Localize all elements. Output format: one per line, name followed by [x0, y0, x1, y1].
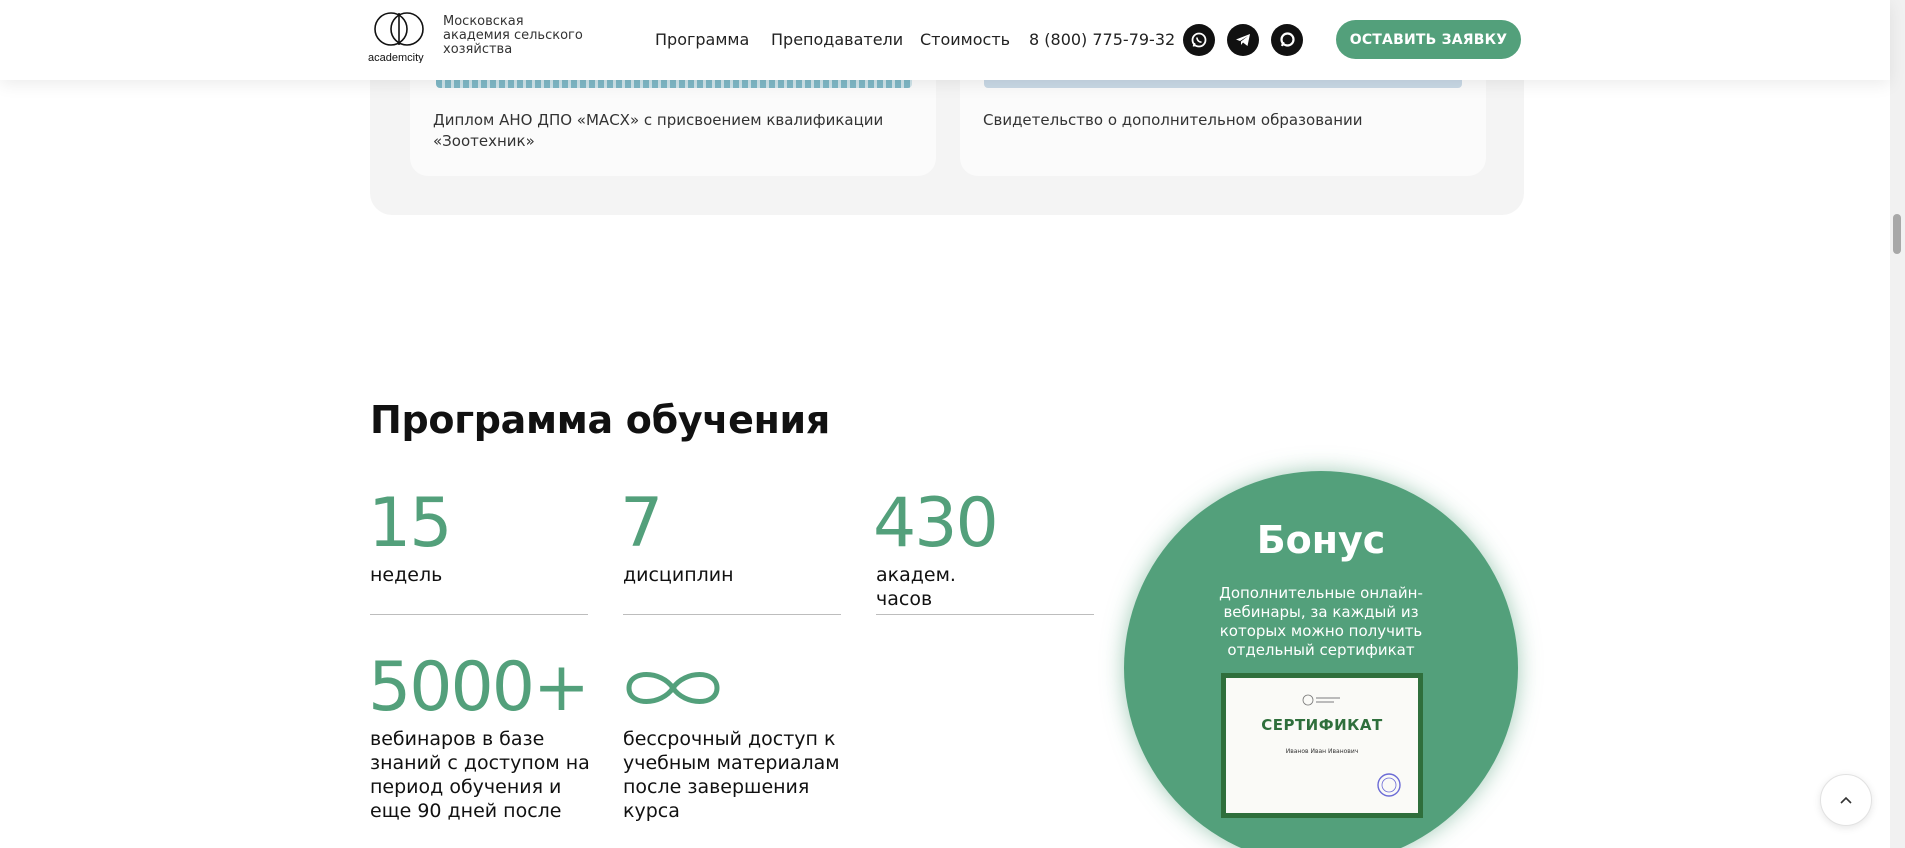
nav-teachers[interactable]: Преподаватели: [771, 30, 903, 49]
diploma-image-edge: [436, 80, 912, 88]
infinity-icon: [626, 672, 720, 704]
bonus-title: Бонус: [1256, 518, 1386, 562]
scrollbar[interactable]: [1890, 0, 1905, 848]
certificate-image-edge: [984, 80, 1462, 88]
academcity-logo[interactable]: academcity: [368, 11, 430, 63]
stat-hours-label: академ. часов: [876, 564, 956, 610]
stat-disciplines-label: дисциплин: [623, 564, 734, 586]
stat-divider: [623, 614, 841, 615]
program-title: Программа обучения: [370, 398, 830, 442]
submit-application-button[interactable]: ОСТАВИТЬ ЗАЯВКУ: [1336, 20, 1521, 59]
telegram-icon[interactable]: [1227, 24, 1259, 56]
stat-webinars-label: вебинаров в базе знаний с доступом на пе…: [370, 728, 590, 822]
academy-name: Московская академия сельского хозяйства: [443, 14, 583, 57]
nav-price[interactable]: Стоимость: [920, 30, 1010, 49]
stat-weeks-label: недель: [370, 564, 443, 586]
diploma-caption: Диплом АНО ДПО «МАСХ» с присвоением квал…: [433, 111, 884, 150]
logo-wordmark: academcity: [368, 52, 424, 63]
scroll-to-top-button[interactable]: [1820, 774, 1872, 826]
certificate-logo: [1302, 694, 1340, 706]
chat-icon[interactable]: [1271, 24, 1303, 56]
scrollbar-thumb[interactable]: [1893, 214, 1901, 254]
stat-weeks-value: 15: [368, 484, 453, 563]
stat-disciplines-value: 7: [620, 484, 663, 563]
bonus-text: Дополнительные онлайн-вебинары, за кажды…: [1219, 584, 1423, 659]
stat-divider: [370, 614, 588, 615]
stat-webinars-value: 5000+: [368, 648, 590, 727]
stat-access-label: бессрочный доступ к учебным материалам п…: [623, 728, 840, 822]
certificate-caption: Свидетельство о дополнительном образован…: [983, 111, 1363, 129]
stat-divider: [876, 614, 1094, 615]
whatsapp-icon[interactable]: [1183, 24, 1215, 56]
certificate-title: СЕРТИФИКАТ: [1261, 716, 1383, 734]
site-header: academcity Московская академия сельского…: [0, 0, 1890, 80]
chevron-up-icon: [1840, 796, 1852, 804]
phone-link[interactable]: 8 (800) 775-79-32: [1029, 30, 1175, 49]
certificate-image: СЕРТИФИКАТ Иванов Иван Иванович: [1221, 673, 1423, 818]
certificate-stamp: [1377, 773, 1401, 797]
certificate-name: Иванов Иван Иванович: [1285, 748, 1359, 755]
stat-hours-value: 430: [873, 484, 999, 563]
nav-program[interactable]: Программа: [655, 30, 749, 49]
